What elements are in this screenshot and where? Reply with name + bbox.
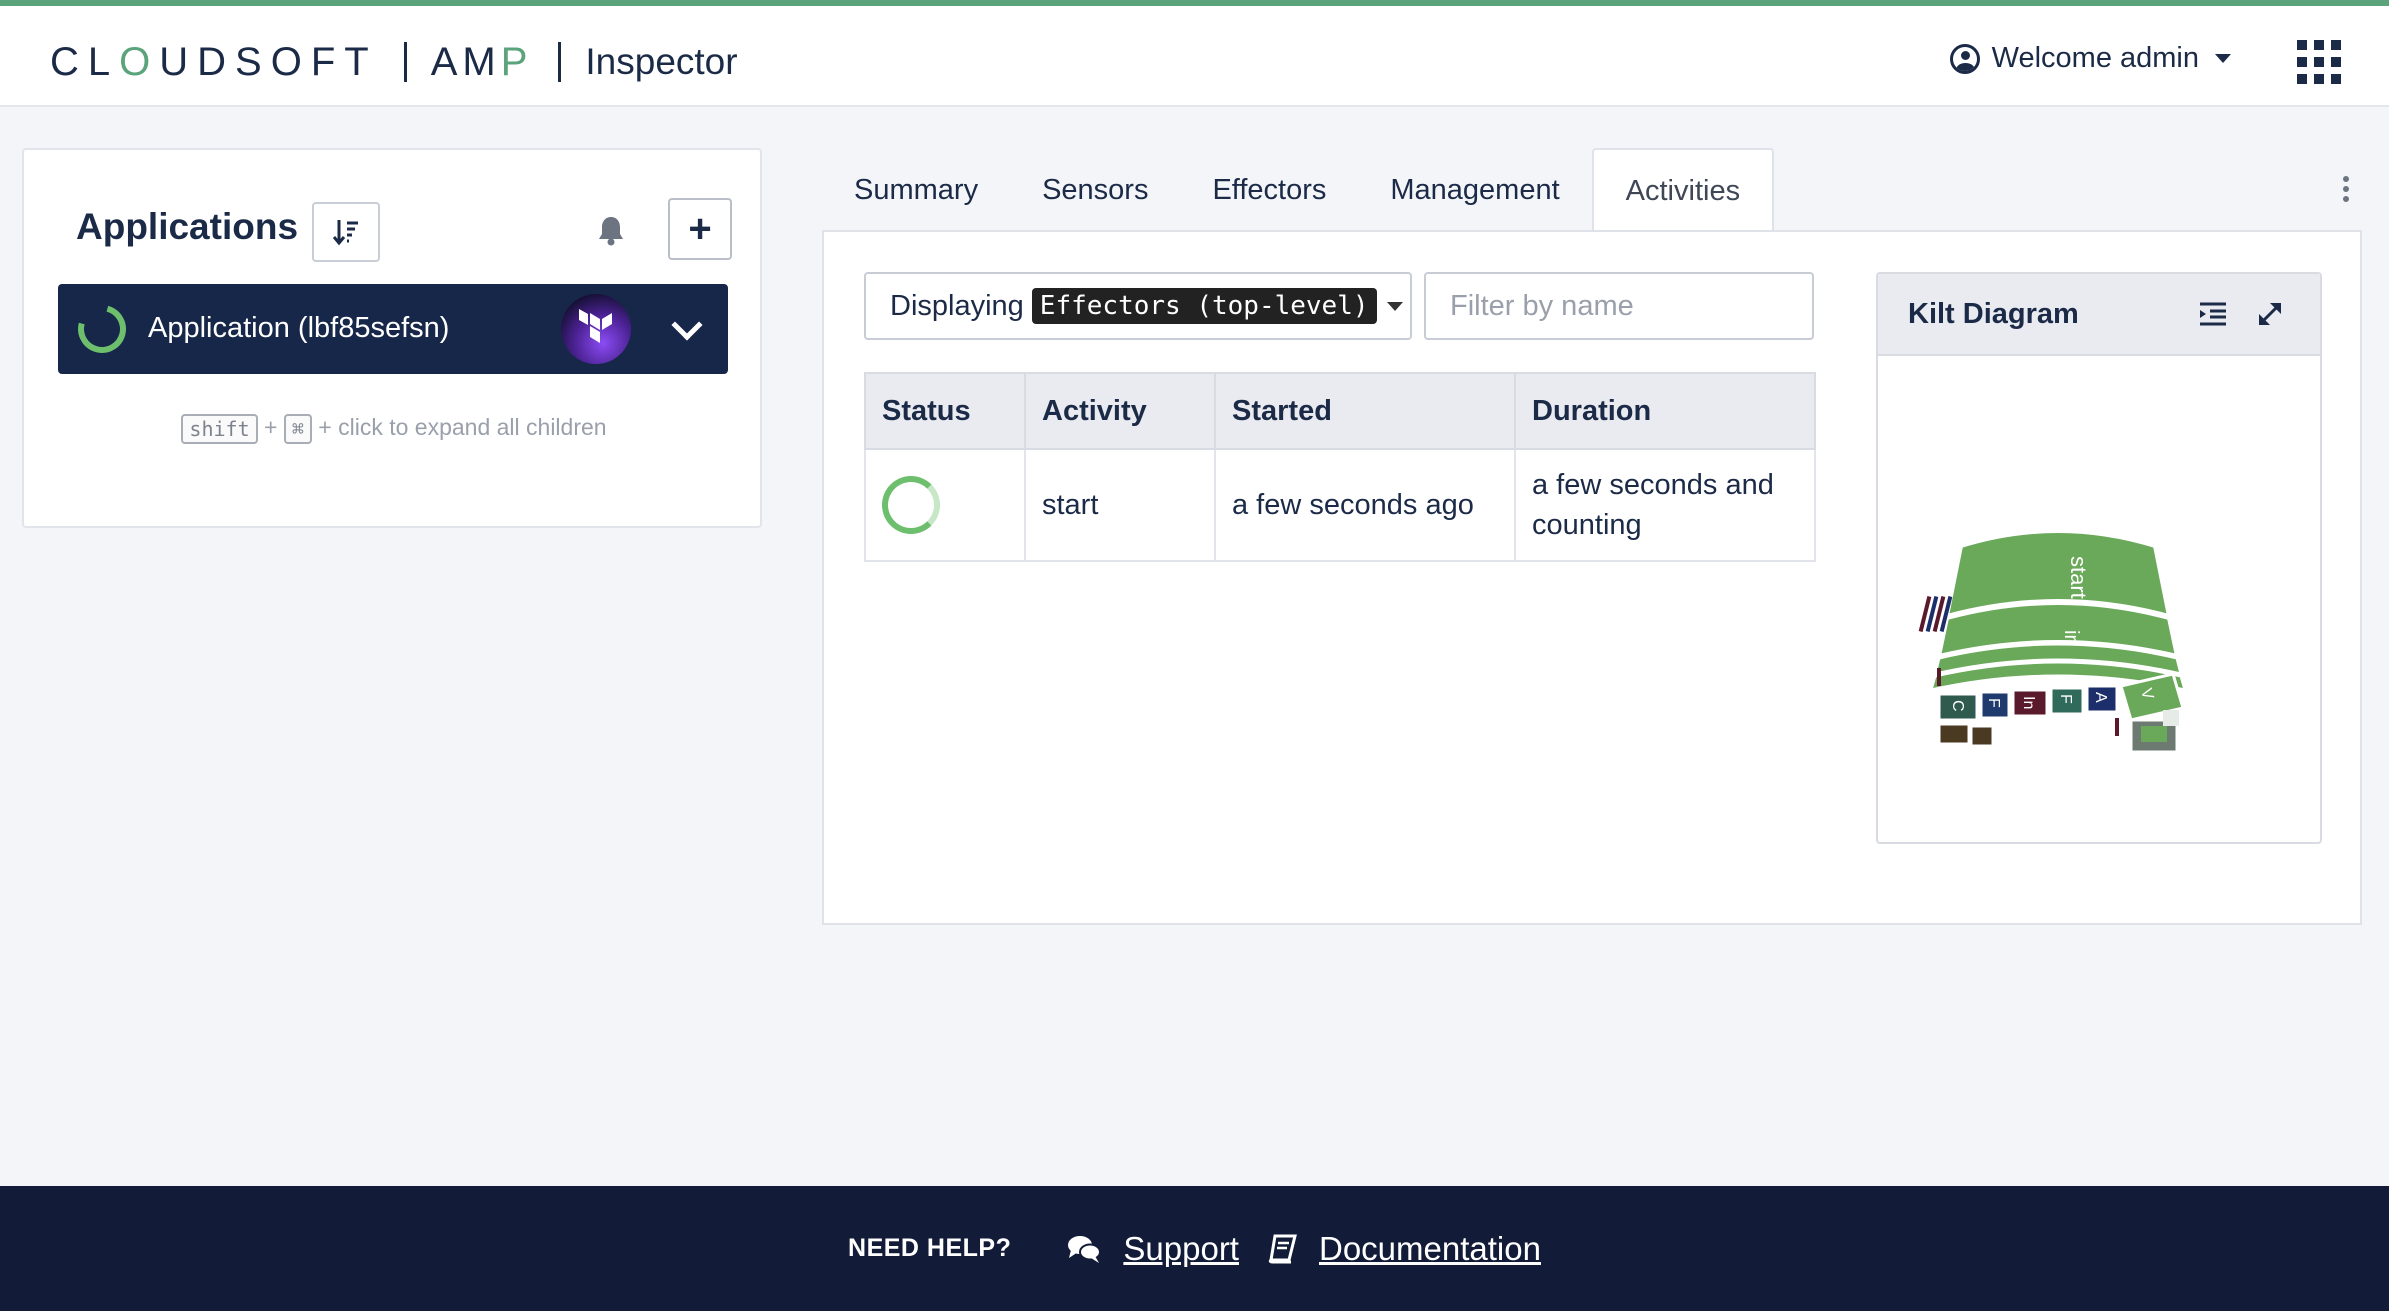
started-cell: a few seconds ago [1214,448,1516,562]
activity-cell[interactable]: start [1024,448,1216,562]
tab-sensors[interactable]: Sensors [1010,148,1180,232]
sort-button[interactable] [312,202,380,262]
display-value: Effectors (top-level) [1031,288,1377,324]
display-prefix: Displaying [890,289,1024,322]
brand-logo[interactable]: CLOUDSOFT AMP Inspector [50,34,738,90]
kilt-label-d: F [2057,694,2074,704]
applications-title: Applications [76,206,299,247]
tab-effectors[interactable]: Effectors [1180,148,1358,232]
indent-list-icon[interactable] [2198,302,2228,326]
tab-activities[interactable]: Activities [1591,148,1775,232]
caret-down-icon [2215,54,2231,63]
tab-summary[interactable]: Summary [822,148,1010,232]
kilt-block [2163,710,2179,726]
need-help-label: NEED HELP? [848,1234,1012,1262]
expand-icon[interactable] [2256,300,2284,328]
top-navbar: CLOUDSOFT AMP Inspector Welcome admin [0,0,2389,107]
table-header-row: Status Activity Started Duration [864,372,1816,450]
user-menu-label: Welcome admin [1991,42,2199,74]
column-header-started[interactable]: Started [1214,372,1516,450]
application-row[interactable]: Application (lbf85sefsn) [58,284,728,374]
application-name: Application (lbf85sefsn) [148,312,450,344]
add-application-button[interactable]: + [668,198,732,260]
support-link[interactable]: Support [1067,1230,1239,1268]
user-circle-icon [1949,43,1980,74]
app-launcher-grid-icon[interactable] [2297,40,2341,84]
tab-management[interactable]: Management [1358,148,1591,232]
kilt-diagram-title: Kilt Diagram [1908,297,2079,330]
support-link-label: Support [1123,1229,1239,1267]
command-key: ⌘ [283,414,312,444]
shift-key: shift [181,414,258,444]
comments-icon [1068,1235,1102,1263]
kilt-label-b: F [1985,698,2002,708]
column-header-duration[interactable]: Duration [1514,372,1816,450]
terraform-logo-icon [561,294,631,364]
activities-table: Status Activity Started Duration start a… [864,372,1816,562]
module-title: Inspector [585,41,738,82]
activities-panel: Displaying Effectors (top-level) Status … [822,230,2362,925]
kilt-diagram[interactable]: start in C F In F A V [1878,356,2320,842]
expand-hint: shift + ⌘ + click to expand all children [24,414,764,444]
cloudsoft-logo: CLOUDSOFT [50,39,378,84]
kilt-block [1969,724,1995,748]
kilt-diagram-header: Kilt Diagram [1878,274,2320,356]
caret-down-icon [1386,301,1403,311]
kilt-label-in: in [2060,630,2082,646]
amp-logo: AMP [430,39,533,84]
status-spinner-icon [69,296,135,362]
sort-icon [333,220,358,246]
brand-divider [558,42,562,82]
kilt-diagram-panel: Kilt Diagram start in C F In F A V [1876,272,2322,844]
documentation-link[interactable]: Documentation [1267,1230,1541,1268]
more-options-icon[interactable] [2343,176,2351,202]
applications-panel: Applications + Application (lbf85sefsn) … [22,148,762,528]
kilt-block [2141,726,2167,742]
brand-divider [403,42,407,82]
kilt-label-start: start [2066,556,2091,599]
column-header-status[interactable]: Status [864,372,1026,450]
table-row[interactable]: start a few seconds ago a few seconds an… [864,448,1816,562]
kilt-label-c: In [2020,696,2037,709]
in-progress-spinner-icon [882,476,940,534]
footer: NEED HELP? Support Documentation [0,1186,2389,1311]
duration-cell: a few seconds and counting [1514,448,1816,562]
column-header-activity[interactable]: Activity [1024,372,1216,450]
documentation-link-label: Documentation [1318,1229,1541,1267]
bell-icon[interactable] [597,214,625,246]
chevron-down-icon[interactable] [671,309,703,341]
filter-by-name-input[interactable] [1424,272,1814,340]
book-icon [1268,1234,1297,1263]
status-cell [864,448,1026,562]
user-menu[interactable]: Welcome admin [1949,42,2231,75]
kilt-block [1937,722,1971,746]
entity-tabs: Summary Sensors Effectors Management Act… [822,148,1775,232]
kilt-label-a: C [1949,700,1966,712]
kilt-label-e: A [2092,692,2109,703]
display-filter-dropdown[interactable]: Displaying Effectors (top-level) [864,272,1412,340]
expand-hint-text: + click to expand all children [318,414,607,441]
